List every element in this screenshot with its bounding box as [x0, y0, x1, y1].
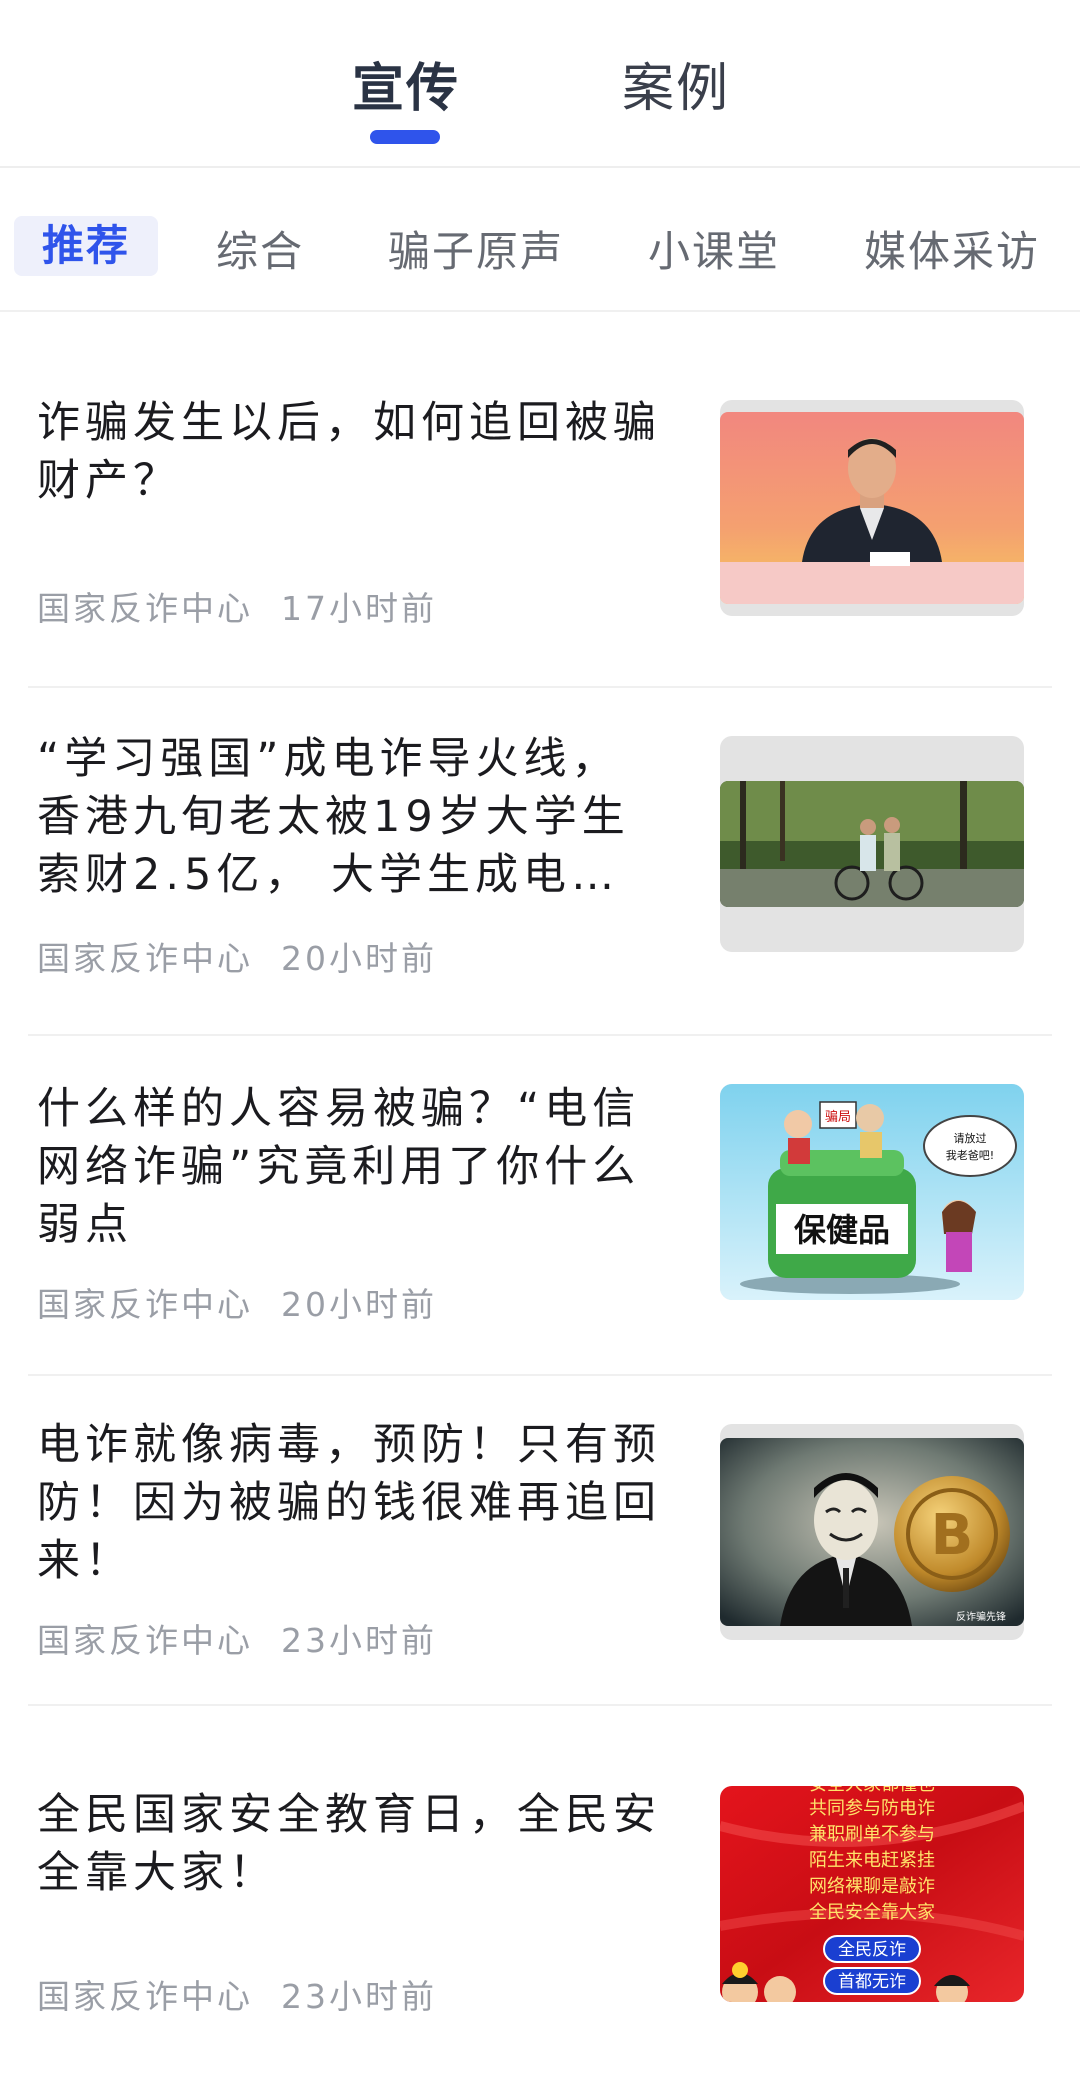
security-poster-image: 安全大家都懂也 共同参与防电诈 兼职刷单不参与 陌生来电赶紧挂 网络裸聊是敲诈 … — [720, 1786, 1024, 2002]
poster-line: 全民安全靠大家 — [809, 1902, 935, 1923]
article-time: 20小时前 — [281, 1285, 437, 1324]
article-title[interactable]: 什么样的人容易被骗？“电信网络诈骗”究竟利用了你什么弱点 — [37, 1080, 667, 1254]
tab-cases[interactable]: 案例 — [622, 46, 730, 121]
article-thumbnail[interactable] — [720, 400, 1024, 616]
article-meta: 国家反诈中心 23小时前 — [37, 1614, 437, 1662]
article-title[interactable]: 全民国家安全教育日，全民安全靠大家！ — [37, 1786, 667, 1902]
article-title[interactable]: “学习强国”成电诈导火线，香港九旬老太被19岁大学生索财2.5亿， 大学生成电信… — [37, 730, 667, 904]
poster-button-label: 首都无诈 — [838, 1972, 906, 1992]
category-recommended[interactable]: 推荐 — [14, 216, 158, 276]
article-source: 国家反诈中心 — [37, 1285, 253, 1324]
article-item[interactable]: 诈骗发生以后，如何追回被骗财产？ 国家反诈中心 17小时前 — [0, 312, 1080, 688]
poster-line: 安全大家都懂也 — [809, 1786, 935, 1795]
article-time: 23小时前 — [281, 1621, 437, 1660]
category-general[interactable]: 综合 — [216, 218, 304, 279]
article-time: 23小时前 — [281, 1977, 437, 2016]
article-meta: 国家反诈中心 23小时前 — [37, 1970, 437, 2018]
article-item[interactable]: “学习强国”成电诈导火线，香港九旬老太被19岁大学生索财2.5亿， 大学生成电信… — [0, 688, 1080, 1036]
article-time: 20小时前 — [281, 939, 437, 978]
article-thumbnail[interactable]: 保健品 骗局 请放过 我老爸吧! — [720, 1084, 1024, 1300]
category-classroom[interactable]: 小课堂 — [648, 218, 780, 279]
article-source: 国家反诈中心 — [37, 589, 253, 628]
article-item[interactable]: 电诈就像病毒，预防！只有预防！因为被骗的钱很难再追回来！ 国家反诈中心 23小时前 — [0, 1376, 1080, 1706]
article-source: 国家反诈中心 — [37, 1977, 253, 2016]
svg-text:B: B — [931, 1503, 974, 1568]
article-source: 国家反诈中心 — [37, 939, 253, 978]
article-title[interactable]: 诈骗发生以后，如何追回被骗财产？ — [37, 394, 667, 510]
tab-publicity[interactable]: 宣传 — [352, 46, 460, 121]
health-product-cartoon-image: 保健品 骗局 请放过 我老爸吧! — [720, 1084, 1024, 1300]
police-officer-image — [720, 412, 1024, 604]
svg-text:请放过: 请放过 — [954, 1131, 987, 1145]
top-tab-bar: 宣传 案例 — [0, 0, 1080, 168]
article-meta: 国家反诈中心 20小时前 — [37, 932, 437, 980]
article-thumbnail[interactable] — [720, 736, 1024, 952]
category-bar: 推荐 综合 骗子原声 小课堂 媒体采访 — [0, 168, 1080, 312]
article-title[interactable]: 电诈就像病毒，预防！只有预防！因为被骗的钱很难再追回来！ — [37, 1416, 667, 1590]
poster-line: 共同参与防电诈 — [809, 1798, 935, 1819]
svg-text:我老爸吧!: 我老爸吧! — [946, 1149, 994, 1162]
active-tab-indicator — [370, 130, 440, 144]
article-thumbnail[interactable]: 安全大家都懂也 共同参与防电诈 兼职刷单不参与 陌生来电赶紧挂 网络裸聊是敲诈 … — [720, 1786, 1024, 2002]
poster-line: 网络裸聊是敲诈 — [809, 1876, 935, 1897]
masked-man-bitcoin-image: B 反诈骗先锋 — [720, 1438, 1024, 1626]
article-item[interactable]: 什么样的人容易被骗？“电信网络诈骗”究竟利用了你什么弱点 国家反诈中心 20小时前… — [0, 1036, 1080, 1376]
jar-label: 保健品 — [794, 1211, 890, 1249]
article-thumbnail[interactable]: B 反诈骗先锋 — [720, 1424, 1024, 1640]
article-time: 17小时前 — [281, 589, 437, 628]
poster-button-label: 全民反诈 — [838, 1940, 906, 1960]
article-meta: 国家反诈中心 17小时前 — [37, 582, 437, 630]
poster-line: 兼职刷单不参与 — [809, 1824, 935, 1845]
poster-line: 陌生来电赶紧挂 — [809, 1850, 935, 1871]
scam-sign-label: 骗局 — [825, 1110, 851, 1125]
article-source: 国家反诈中心 — [37, 1621, 253, 1660]
cyclists-image — [720, 781, 1024, 907]
category-media-interview[interactable]: 媒体采访 — [864, 218, 1040, 279]
watermark-text: 反诈骗先锋 — [956, 1610, 1006, 1623]
article-meta: 国家反诈中心 20小时前 — [37, 1278, 437, 1326]
category-scammer-voice[interactable]: 骗子原声 — [388, 218, 564, 279]
article-item[interactable]: 全民国家安全教育日，全民安全靠大家！ 国家反诈中心 23小时前 安全大家都懂也 共… — [0, 1706, 1080, 2082]
